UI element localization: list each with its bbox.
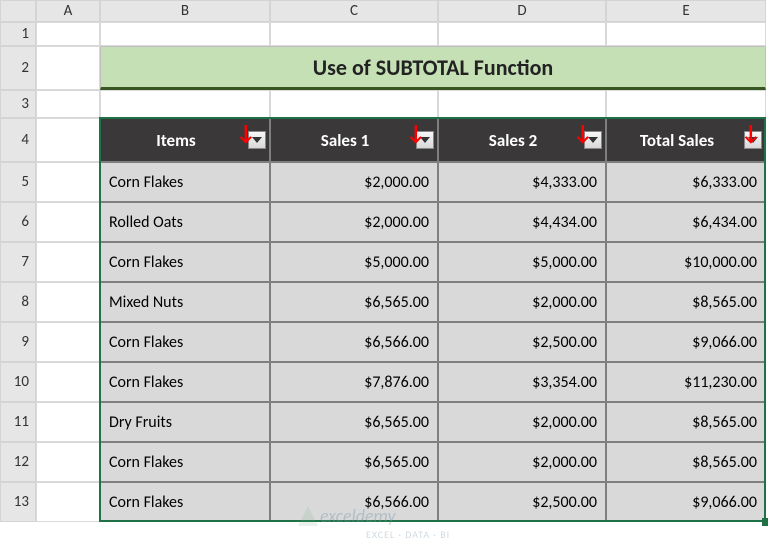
cell[interactable] (606, 90, 766, 118)
table-cell-items[interactable]: Mixed Nuts (100, 282, 270, 322)
table-header-cell[interactable]: Total Sales (606, 118, 766, 162)
header-label: Total Sales (640, 130, 714, 151)
table-cell-total[interactable]: $9,066.00 (606, 482, 766, 522)
table-cell-total[interactable]: $6,333.00 (606, 162, 766, 202)
table-cell-total[interactable]: $8,565.00 (606, 282, 766, 322)
cell[interactable] (36, 46, 100, 90)
table-cell-items[interactable]: Corn Flakes (100, 482, 270, 522)
cell[interactable] (36, 162, 100, 202)
header-label: Items (156, 130, 195, 151)
table-cell-sales2[interactable]: $5,000.00 (438, 242, 606, 282)
column-header[interactable]: C (270, 0, 438, 22)
table-cell-sales2[interactable]: $3,354.00 (438, 362, 606, 402)
table-cell-total[interactable]: $10,000.00 (606, 242, 766, 282)
cell[interactable] (36, 402, 100, 442)
cell[interactable] (36, 362, 100, 402)
table-cell-sales1[interactable]: $6,566.00 (270, 482, 438, 522)
header-label: Sales 2 (489, 130, 537, 151)
cell[interactable] (100, 22, 270, 46)
row-header[interactable]: 2 (0, 46, 36, 90)
filter-dropdown-button[interactable] (584, 131, 602, 149)
cell[interactable] (270, 22, 438, 46)
cell[interactable] (36, 282, 100, 322)
table-cell-items[interactable]: Rolled Oats (100, 202, 270, 242)
column-header[interactable]: B (100, 0, 270, 22)
row-header[interactable]: 5 (0, 162, 36, 202)
cell[interactable] (606, 22, 766, 46)
row-header[interactable]: 6 (0, 202, 36, 242)
cell[interactable] (100, 90, 270, 118)
filter-dropdown-button[interactable] (248, 131, 266, 149)
table-cell-sales2[interactable]: $2,000.00 (438, 442, 606, 482)
cell[interactable] (438, 22, 606, 46)
table-cell-sales1[interactable]: $6,565.00 (270, 402, 438, 442)
cell[interactable] (438, 90, 606, 118)
cell[interactable] (36, 22, 100, 46)
table-cell-total[interactable]: $8,565.00 (606, 402, 766, 442)
table-header-cell[interactable]: Sales 1 (270, 118, 438, 162)
row-header[interactable]: 11 (0, 402, 36, 442)
table-cell-sales1[interactable]: $6,565.00 (270, 282, 438, 322)
table-cell-total[interactable]: $8,565.00 (606, 442, 766, 482)
table-cell-sales2[interactable]: $4,333.00 (438, 162, 606, 202)
table-cell-sales2[interactable]: $2,500.00 (438, 322, 606, 362)
column-header[interactable]: D (438, 0, 606, 22)
filter-dropdown-button[interactable] (744, 131, 762, 149)
table-cell-sales2[interactable]: $2,000.00 (438, 402, 606, 442)
row-header[interactable]: 10 (0, 362, 36, 402)
row-header[interactable]: 7 (0, 242, 36, 282)
cell[interactable] (36, 90, 100, 118)
table-cell-items[interactable]: Corn Flakes (100, 322, 270, 362)
table-cell-items[interactable]: Dry Fruits (100, 402, 270, 442)
table-cell-sales2[interactable]: $2,500.00 (438, 482, 606, 522)
filter-dropdown-button[interactable] (416, 131, 434, 149)
row-header[interactable]: 4 (0, 118, 36, 162)
table-cell-total[interactable]: $9,066.00 (606, 322, 766, 362)
cell[interactable] (36, 242, 100, 282)
table-cell-items[interactable]: Corn Flakes (100, 362, 270, 402)
table-cell-items[interactable]: Corn Flakes (100, 162, 270, 202)
cell[interactable] (36, 442, 100, 482)
table-cell-items[interactable]: Corn Flakes (100, 242, 270, 282)
column-header[interactable]: A (36, 0, 100, 22)
row-header[interactable]: 3 (0, 90, 36, 118)
table-header-cell[interactable]: Sales 2 (438, 118, 606, 162)
row-header[interactable]: 12 (0, 442, 36, 482)
row-header[interactable]: 9 (0, 322, 36, 362)
table-cell-total[interactable]: $6,434.00 (606, 202, 766, 242)
cell[interactable] (270, 90, 438, 118)
table-cell-items[interactable]: Corn Flakes (100, 442, 270, 482)
row-header[interactable]: 1 (0, 22, 36, 46)
table-cell-sales2[interactable]: $4,434.00 (438, 202, 606, 242)
table-cell-sales1[interactable]: $2,000.00 (270, 162, 438, 202)
table-cell-sales1[interactable]: $6,565.00 (270, 442, 438, 482)
table-cell-sales1[interactable]: $6,566.00 (270, 322, 438, 362)
select-all-corner[interactable] (0, 0, 36, 22)
table-header-cell[interactable]: Items (100, 118, 270, 162)
row-header[interactable]: 13 (0, 482, 36, 522)
cell[interactable] (36, 482, 100, 522)
table-cell-total[interactable]: $11,230.00 (606, 362, 766, 402)
watermark-subtext: EXCEL · DATA · BI (366, 528, 450, 541)
table-cell-sales1[interactable]: $7,876.00 (270, 362, 438, 402)
table-cell-sales1[interactable]: $5,000.00 (270, 242, 438, 282)
column-header[interactable]: E (606, 0, 766, 22)
cell[interactable] (36, 118, 100, 162)
cell[interactable] (36, 202, 100, 242)
table-cell-sales1[interactable]: $2,000.00 (270, 202, 438, 242)
header-label: Sales 1 (321, 130, 369, 151)
title-cell[interactable]: Use of SUBTOTAL Function (100, 46, 766, 90)
cell[interactable] (36, 322, 100, 362)
row-header[interactable]: 8 (0, 282, 36, 322)
table-cell-sales2[interactable]: $2,000.00 (438, 282, 606, 322)
